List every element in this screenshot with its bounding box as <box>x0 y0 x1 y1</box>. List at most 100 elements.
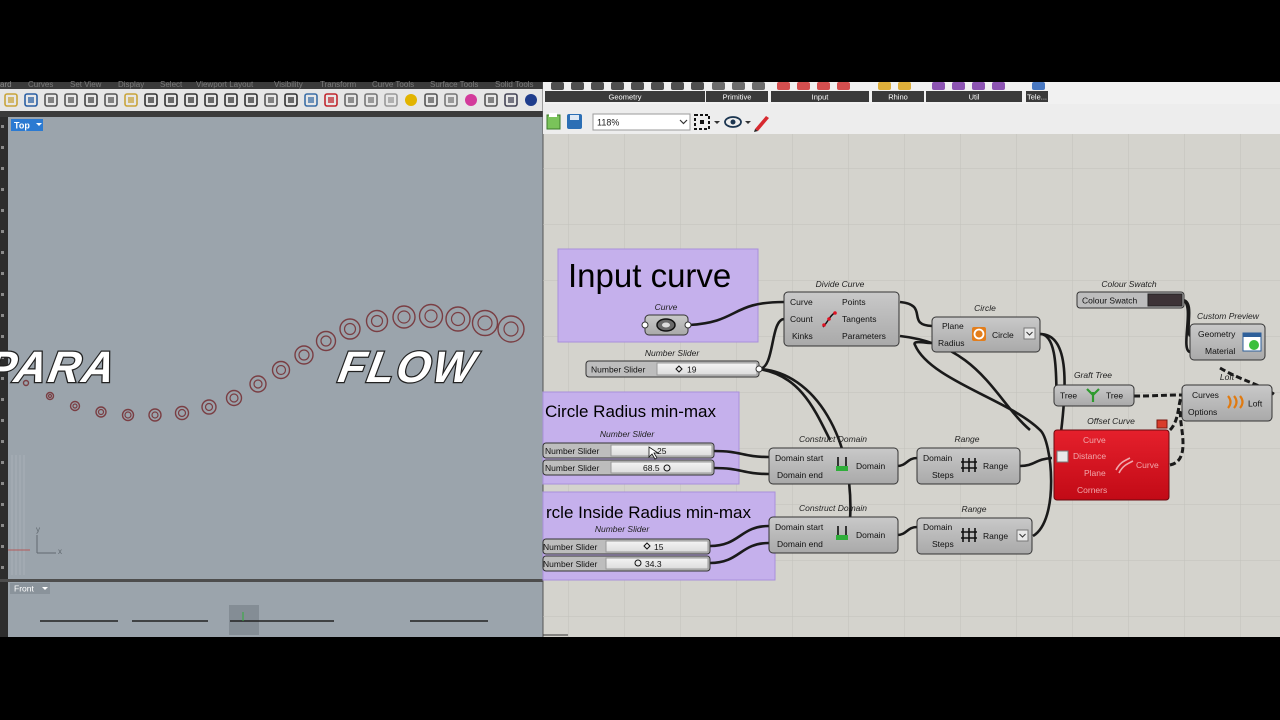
slider-radius-min-label: Number Slider <box>545 446 599 456</box>
range-1-input-steps: Steps <box>932 470 954 480</box>
range-2-input-domain: Domain <box>923 522 953 532</box>
offset-input-corners: Corners <box>1077 485 1107 495</box>
front-viewport[interactable] <box>8 582 543 637</box>
slider-main-title: Number Slider <box>645 348 700 358</box>
gh-ribbon-group-label: Util <box>969 93 980 102</box>
construct-domain-1-output: Domain <box>856 461 886 471</box>
front-viewport-label: Front <box>14 584 34 594</box>
circle-input-plane: Plane <box>942 321 964 331</box>
range-2-flatten-icon[interactable] <box>1016 529 1029 542</box>
construct-domain-1-input-start: Domain start <box>775 453 824 463</box>
loft-output: Loft <box>1248 399 1263 409</box>
slider-inside-min-label: Number Slider <box>543 542 597 552</box>
slider-radius-max-label: Number Slider <box>545 463 599 473</box>
circle-input-radius: Radius <box>938 338 964 348</box>
gh-save-icon[interactable] <box>567 114 582 129</box>
rhino-menu-item[interactable]: Solid Tools <box>495 80 534 89</box>
rhino-menu-item[interactable]: Select <box>160 80 183 89</box>
offset-graft-icon[interactable] <box>1056 450 1069 463</box>
slider-main-label: Number Slider <box>591 365 645 375</box>
graft-tree-title: Graft Tree <box>1074 370 1112 380</box>
axis-x-label: x <box>58 547 62 556</box>
circle-output: Circle <box>992 330 1014 340</box>
construct-domain-2-output: Domain <box>856 530 886 540</box>
slider-inside-title: Number Slider <box>595 524 650 534</box>
graft-tree-input: Tree <box>1060 391 1077 401</box>
slider-inside-max-value: 34.3 <box>645 559 662 569</box>
logo-flow-text: FLOW <box>335 343 482 392</box>
offset-curve-title: Offset Curve <box>1087 416 1135 426</box>
slider-radius-max-track[interactable] <box>610 461 713 474</box>
gh-zoom-value: 118% <box>597 118 619 128</box>
grasshopper-window: Geometry Primitive Input Rhino Util Tele... 1… <box>542 82 1280 637</box>
colour-swatch-label: Colour Swatch <box>1082 296 1138 306</box>
bulb-icon[interactable] <box>405 94 417 106</box>
slider-inside-min-value: 15 <box>654 542 664 552</box>
screen: ard Curves Set View Display Select Viewport … <box>0 0 1280 720</box>
gh-ribbon-group-label: Rhino <box>888 93 908 102</box>
construct-domain-2-title: Construct Domain <box>799 503 867 513</box>
circle-flatten-icon[interactable] <box>1023 327 1036 340</box>
construct-domain-2-input-end: Domain end <box>777 539 823 549</box>
gh-ribbon-group-label: Input <box>812 93 830 102</box>
rhino-menu-item[interactable]: Surface Tools <box>430 80 478 89</box>
rhino-menu-item[interactable]: Visibility <box>274 80 303 89</box>
divide-curve-output-points: Points <box>842 297 866 307</box>
range-2-icon <box>961 528 977 542</box>
curve-param-icon <box>656 318 676 332</box>
divide-curve-title: Divide Curve <box>816 279 865 289</box>
custom-preview-input-material: Material <box>1205 346 1235 356</box>
circle-icon <box>972 327 986 341</box>
slider-main-port[interactable] <box>755 365 763 373</box>
slider-radius-title: Number Slider <box>600 429 655 439</box>
construct-domain-2-input-start: Domain start <box>775 522 824 532</box>
rhino-menu-item[interactable]: Display <box>118 80 144 89</box>
offset-input-plane: Plane <box>1084 468 1106 478</box>
range-1-input-domain: Domain <box>923 453 953 463</box>
gh-ribbon-group-label: Tele... <box>1027 93 1047 102</box>
group-circle-radius-label: Circle Radius min-max <box>545 402 716 421</box>
slider-main-value: 19 <box>687 365 697 375</box>
range-1-title: Range <box>954 434 979 444</box>
range-2-output: Range <box>983 531 1008 541</box>
rhino-menu-item[interactable]: Set View <box>70 80 102 89</box>
gh-ribbon-group-label: Primitive <box>723 93 752 102</box>
curve-param-output-port[interactable] <box>684 321 692 329</box>
gh-ribbon-group-label: Geometry <box>609 93 642 102</box>
divide-curve-input-count: Count <box>790 314 813 324</box>
divide-curve-input-kinks: Kinks <box>792 331 813 341</box>
slider-inside-max-label: Number Slider <box>543 559 597 569</box>
gh-ribbon-group[interactable]: Primitive <box>706 82 768 102</box>
curve-param-input-port[interactable] <box>641 321 649 329</box>
top-viewport-label: Top <box>14 121 30 131</box>
loft-input-options: Options <box>1188 407 1217 417</box>
circle-title: Circle <box>974 303 996 313</box>
slider-main-track[interactable] <box>656 362 758 376</box>
group-inside-radius-label: rcle Inside Radius min-max <box>546 503 752 522</box>
construct-domain-1-input-end: Domain end <box>777 470 823 480</box>
divide-curve-output-parameters: Parameters <box>842 331 886 341</box>
range-2-title: Range <box>961 504 986 514</box>
gh-new-file-icon[interactable] <box>546 113 561 130</box>
offset-error-balloon-icon[interactable] <box>1156 419 1168 429</box>
group-input-curve-label: Input curve <box>568 257 731 294</box>
rhino-menu-item[interactable]: Transform <box>320 80 356 89</box>
rhino-menu-item[interactable]: Viewport Layout <box>196 80 254 89</box>
screen-svg: ard Curves Set View Display Select Viewport … <box>0 80 1280 637</box>
color-wheel-icon[interactable] <box>465 94 477 106</box>
graft-tree-output: Tree <box>1106 391 1123 401</box>
slider-radius-min-value: 25 <box>657 446 667 456</box>
curve-param-title: Curve <box>655 302 678 312</box>
rhino-menu-item[interactable]: Curve Tools <box>372 80 414 89</box>
colour-swatch-color[interactable] <box>1147 293 1183 307</box>
divide-curve-input-curve: Curve <box>790 297 813 307</box>
sphere-icon[interactable] <box>525 94 537 106</box>
rhino-menu-item[interactable]: Curves <box>28 80 53 89</box>
offset-input-distance: Distance <box>1073 451 1106 461</box>
custom-preview-input-geometry: Geometry <box>1198 329 1236 339</box>
custom-preview-title: Custom Preview <box>1197 311 1260 321</box>
rhino-window: ard Curves Set View Display Select Viewport … <box>0 80 543 637</box>
loft-title: Loft <box>1220 372 1235 382</box>
rhino-menu-fragment: ard <box>0 80 12 89</box>
front-selection-patch <box>229 605 259 635</box>
